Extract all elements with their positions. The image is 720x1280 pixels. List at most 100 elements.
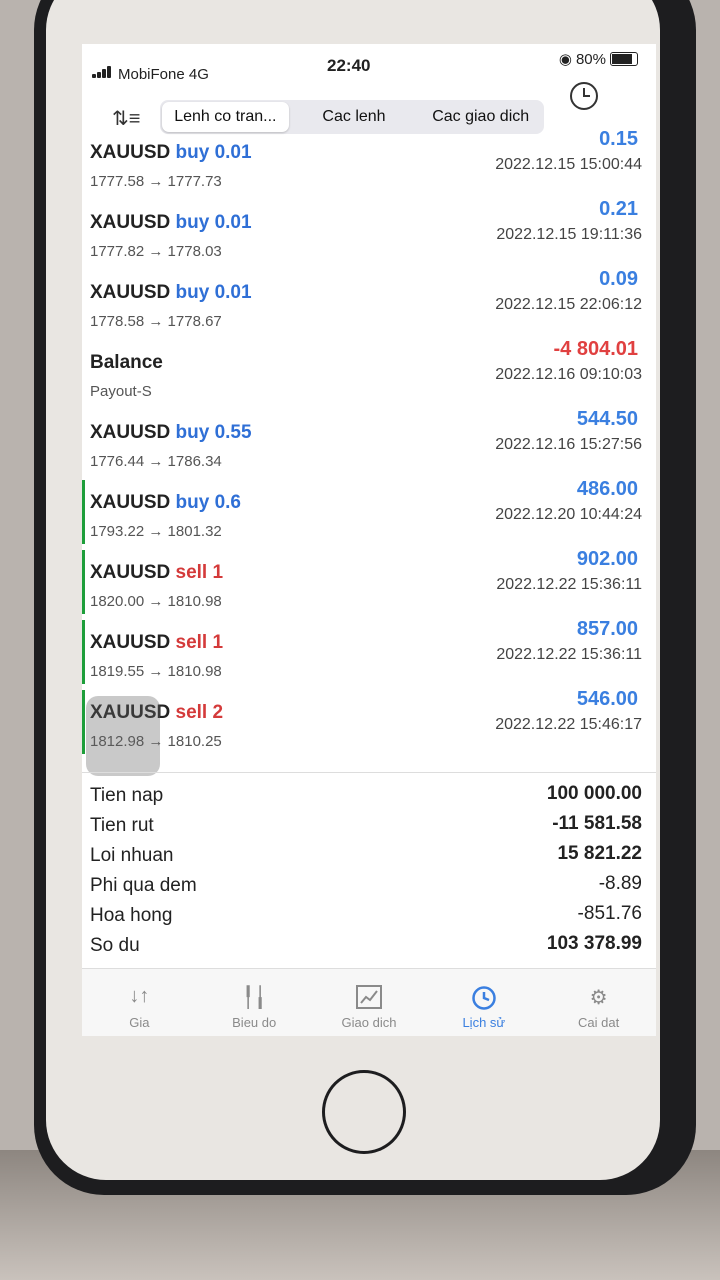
summary-row: Phi qua dem -8.89 — [82, 871, 656, 901]
quotes-icon: ↓↑ — [129, 985, 150, 1007]
summary-label: Tien rut — [90, 815, 154, 836]
battery-percent: 80% — [575, 50, 606, 68]
trade-symbol: XAUUSD — [90, 282, 171, 303]
trade-row[interactable]: XAUUSD sell 1 1820.00 → 1810.98 902.00 2… — [82, 544, 656, 614]
trade-side: buy 0.01 — [175, 212, 252, 233]
trade-time: 2022.12.15 22:06:12 — [495, 296, 642, 313]
battery-icon — [610, 52, 638, 66]
summary-value: -11 581.58 — [552, 813, 642, 834]
trade-chart-icon — [312, 985, 427, 1009]
tab-label: Bieu do — [232, 1015, 277, 1030]
trade-profit: 902.00 — [576, 548, 638, 570]
tab-history[interactable]: Lịch sử — [426, 969, 541, 1036]
tab-trade[interactable]: Giao dich — [312, 969, 427, 1036]
trade-profit: 857.00 — [576, 618, 638, 640]
summary-row: Tien rut -11 581.58 — [82, 811, 656, 841]
trade-symbol: XAUUSD — [90, 492, 171, 513]
trade-row[interactable]: XAUUSD sell 1 1819.55 → 1810.98 857.00 2… — [82, 614, 656, 684]
trade-time: 2022.12.15 19:11:36 — [496, 226, 642, 243]
tab-settings[interactable]: ⚙ Cai dat — [541, 969, 656, 1036]
summary-value: 100 000.00 — [546, 783, 642, 804]
trade-side: buy 0.6 — [175, 492, 241, 513]
tab-label: Giao dich — [341, 1015, 397, 1030]
balance-amount: -4 804.01 — [553, 338, 638, 360]
period-clock-icon[interactable] — [570, 82, 598, 110]
candlestick-icon: ╿╽ — [242, 987, 267, 1009]
trade-row[interactable]: XAUUSD buy 0.01 1777.82 → 1778.03 0.21 2… — [82, 194, 656, 264]
row-accent — [82, 480, 85, 544]
summary-row: Tien nap 100 000.00 — [82, 781, 656, 811]
summary-label: So du — [90, 935, 140, 956]
trade-row[interactable]: XAUUSD buy 0.55 1776.44 → 1786.34 544.50… — [82, 404, 656, 474]
home-button[interactable] — [322, 1070, 406, 1154]
trade-row[interactable]: XAUUSD sell 2 1812.98 → 1810.25 546.00 2… — [82, 684, 656, 754]
trade-symbol: XAUUSD — [90, 422, 171, 443]
row-accent — [82, 550, 85, 614]
trade-side: sell 1 — [175, 632, 224, 653]
signal-icon — [92, 66, 114, 78]
trade-list: XAUUSD buy 0.01 1777.58 → 1777.73 0.15 2… — [82, 124, 656, 754]
balance-row[interactable]: Balance Payout-S -4 804.01 2022.12.16 09… — [82, 334, 656, 404]
trade-time: 2022.12.22 15:46:17 — [495, 716, 642, 733]
summary-label: Tien nap — [90, 785, 164, 806]
trade-prices: 1820.00 → 1810.98 — [90, 593, 222, 610]
trade-time: 2022.12.15 15:00:44 — [495, 156, 642, 173]
trade-symbol: XAUUSD — [90, 632, 171, 653]
tab-charts[interactable]: ╿╽ Bieu do — [197, 969, 312, 1036]
trade-prices: 1777.82 → 1778.03 — [90, 243, 222, 260]
touch-highlight — [86, 696, 160, 776]
trade-prices: 1777.58 → 1777.73 — [90, 173, 222, 190]
orientation-lock-icon: ◉ — [558, 51, 572, 68]
trade-prices: 1778.58 → 1778.67 — [90, 313, 222, 330]
summary-panel: Tien nap 100 000.00 Tien rut -11 581.58 … — [82, 772, 656, 961]
tab-bar: ↓↑ Gia ╿╽ Bieu do Giao dich Lịch sử ⚙ Ca… — [82, 968, 656, 1036]
status-bar: MobiFone 4G 22:40 ◉ 80% — [82, 44, 656, 84]
trade-side: buy 0.01 — [175, 282, 252, 303]
trade-time: 2022.12.22 15:36:11 — [496, 646, 642, 663]
trade-time: 2022.12.16 15:27:56 — [495, 436, 642, 453]
balance-comment: Payout-S — [90, 383, 152, 400]
carrier-label: MobiFone 4G — [118, 66, 209, 83]
battery-status: ◉ 80% — [559, 50, 638, 68]
balance-time: 2022.12.16 09:10:03 — [495, 366, 642, 383]
summary-label: Loi nhuan — [90, 845, 174, 866]
tab-label: Gia — [129, 1015, 150, 1030]
summary-value: 103 378.99 — [546, 933, 642, 954]
trade-profit: 0.09 — [599, 268, 638, 290]
trade-side: sell 2 — [175, 702, 224, 723]
summary-value: 15 821.22 — [557, 843, 642, 864]
trade-profit: 546.00 — [576, 688, 638, 710]
trade-row[interactable]: XAUUSD buy 0.6 1793.22 → 1801.32 486.00 … — [82, 474, 656, 544]
row-accent — [82, 620, 85, 684]
summary-row: Loi nhuan 15 821.22 — [82, 841, 656, 871]
balance-label: Balance — [90, 352, 163, 373]
summary-label: Phi qua dem — [90, 875, 197, 896]
trade-profit: 486.00 — [576, 478, 638, 500]
trade-side: buy 0.55 — [175, 422, 252, 443]
trade-symbol: XAUUSD — [90, 212, 171, 233]
trade-row[interactable]: XAUUSD buy 0.01 1778.58 → 1778.67 0.09 2… — [82, 264, 656, 334]
trade-time: 2022.12.20 10:44:24 — [495, 506, 642, 523]
trade-side: sell 1 — [175, 562, 224, 583]
trade-profit: 544.50 — [576, 408, 638, 430]
trade-time: 2022.12.22 15:36:11 — [496, 576, 642, 593]
summary-label: Hoa hong — [90, 905, 173, 926]
tab-label: Cai dat — [577, 1015, 620, 1030]
gear-icon: ⚙ — [589, 987, 608, 1009]
trade-prices: 1819.55 → 1810.98 — [90, 663, 222, 680]
summary-row: So du 103 378.99 — [82, 931, 656, 961]
summary-row: Hoa hong -851.76 — [82, 901, 656, 931]
trade-prices: 1793.22 → 1801.32 — [90, 523, 222, 540]
trade-profit: 0.21 — [599, 198, 638, 220]
trade-row[interactable]: XAUUSD buy 0.01 1777.58 → 1777.73 0.15 2… — [82, 124, 656, 194]
status-time: 22:40 — [327, 56, 371, 75]
trade-prices: 1776.44 → 1786.34 — [90, 453, 222, 470]
summary-value: -851.76 — [577, 903, 642, 924]
row-accent — [82, 690, 85, 754]
app-screen: MobiFone 4G 22:40 ◉ 80% ⇅≡ Lenh co tran.… — [82, 44, 656, 1036]
summary-value: -8.89 — [598, 873, 642, 894]
trade-symbol: XAUUSD — [90, 562, 171, 583]
history-icon — [426, 985, 541, 1010]
tab-quotes[interactable]: ↓↑ Gia — [82, 969, 197, 1036]
trade-symbol: XAUUSD — [90, 142, 171, 163]
